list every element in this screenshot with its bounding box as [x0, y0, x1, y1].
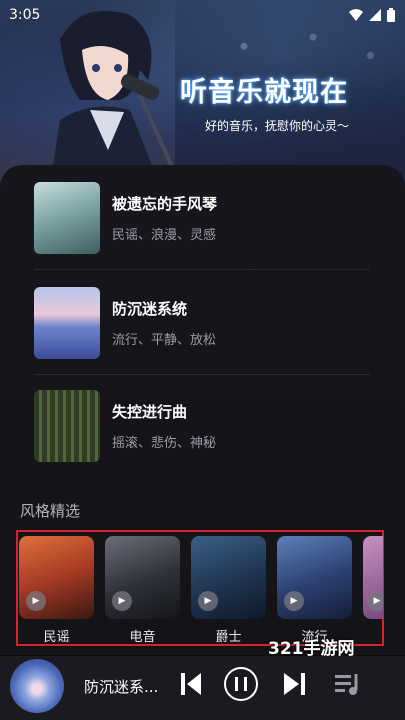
track-cover	[34, 287, 100, 359]
status-bar: 3:05	[0, 0, 405, 30]
track-item[interactable]: 防沉迷系统 流行、平静、放松	[34, 287, 370, 359]
track-item[interactable]: 失控进行曲 摇滚、悲伤、神秘	[34, 390, 370, 462]
genre-label: 爵士	[215, 630, 242, 645]
status-time: 3:05	[9, 7, 41, 23]
genre-card-partial[interactable]: ▶	[363, 536, 383, 619]
banner-title: 听音乐就现在	[180, 77, 348, 108]
banner-subtitle: 好的音乐，抚慰你的心灵～	[205, 119, 350, 133]
play-icon[interactable]: ▶	[112, 591, 132, 611]
track-cover	[34, 182, 100, 254]
mini-player[interactable]: 防沉迷系...	[0, 656, 405, 720]
next-icon[interactable]	[283, 670, 307, 698]
wifi-icon	[349, 9, 363, 21]
genre-card-folk[interactable]: ▶	[19, 536, 94, 619]
track-title: 被遗忘的手风琴	[112, 195, 218, 213]
pause-icon[interactable]	[223, 666, 259, 702]
signal-icon	[369, 9, 381, 21]
genre-label: 民谣	[43, 630, 70, 645]
play-icon[interactable]: ▶	[198, 591, 218, 611]
now-playing-title: 防沉迷系...	[84, 678, 159, 696]
section-title-genres: 风格精选	[20, 502, 81, 520]
genre-card-jazz[interactable]: ▶	[191, 536, 266, 619]
track-title: 防沉迷系统	[112, 300, 188, 318]
playlist-icon[interactable]	[334, 672, 362, 698]
divider	[34, 374, 370, 375]
album-disc[interactable]	[10, 659, 64, 713]
play-icon[interactable]: ▶	[367, 591, 383, 611]
track-tags: 民谣、浪漫、灵感	[112, 228, 217, 243]
play-icon[interactable]: ▶	[284, 591, 304, 611]
play-icon[interactable]: ▶	[26, 591, 46, 611]
genre-label: 电音	[129, 630, 156, 645]
track-tags: 摇滚、悲伤、神秘	[112, 436, 217, 451]
track-title: 失控进行曲	[112, 403, 188, 421]
battery-icon	[387, 8, 395, 22]
status-icons	[349, 8, 395, 22]
genre-card-pop[interactable]: ▶	[277, 536, 352, 619]
track-cover	[34, 390, 100, 462]
divider	[34, 269, 370, 270]
track-item[interactable]: 被遗忘的手风琴 民谣、浪漫、灵感	[34, 182, 370, 254]
track-tags: 流行、平静、放松	[112, 333, 217, 348]
previous-icon[interactable]	[180, 670, 202, 698]
genre-card-electronic[interactable]: ▶	[105, 536, 180, 619]
